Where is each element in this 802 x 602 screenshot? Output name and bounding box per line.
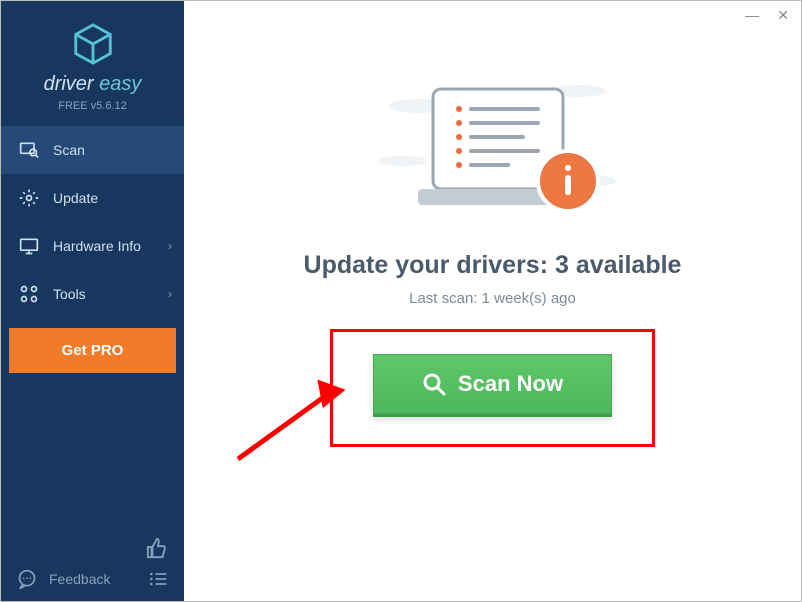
version-label: FREE v5.6.12	[58, 100, 126, 112]
scan-now-label: Scan Now	[458, 371, 563, 397]
sidebar: driver easy FREE v5.6.12 Scan Update Har…	[1, 1, 184, 601]
sidebar-item-label: Update	[53, 190, 98, 206]
brand-name: driver easy	[44, 73, 142, 96]
close-button[interactable]: ✕	[777, 7, 789, 24]
chevron-right-icon: ›	[168, 239, 172, 253]
thumbs-up-icon[interactable]	[146, 537, 168, 559]
feedback-label[interactable]: Feedback	[49, 571, 136, 587]
monitor-icon	[19, 236, 39, 256]
sidebar-item-label: Tools	[53, 286, 86, 302]
last-scan-label: Last scan: 1 week(s) ago	[409, 290, 576, 307]
annotation-arrow-icon	[233, 374, 353, 464]
scan-highlight-box: Scan Now	[330, 329, 655, 447]
sidebar-item-label: Hardware Info	[53, 238, 141, 254]
magnifier-icon	[422, 372, 446, 396]
menu-list-icon[interactable]	[148, 569, 168, 589]
laptop-illustration	[363, 71, 623, 241]
get-pro-button[interactable]: Get PRO	[9, 328, 176, 373]
scan-now-button[interactable]: Scan Now	[373, 354, 612, 414]
sidebar-item-tools[interactable]: Tools ›	[1, 270, 184, 318]
sidebar-item-label: Scan	[53, 142, 85, 158]
scan-monitor-icon	[19, 140, 39, 160]
main-panel: Update your drivers: 3 available Last sc…	[184, 1, 801, 601]
brand-block: driver easy FREE v5.6.12	[1, 1, 184, 126]
sidebar-item-hardware[interactable]: Hardware Info ›	[1, 222, 184, 270]
gear-icon	[19, 188, 39, 208]
app-logo-icon	[70, 21, 116, 67]
sidebar-item-update[interactable]: Update	[1, 174, 184, 222]
tools-icon	[19, 284, 39, 304]
minimize-button[interactable]: —	[745, 7, 759, 24]
sidebar-item-scan[interactable]: Scan	[1, 126, 184, 174]
feedback-icon[interactable]	[17, 569, 37, 589]
main-heading: Update your drivers: 3 available	[304, 251, 682, 280]
chevron-right-icon: ›	[168, 287, 172, 301]
